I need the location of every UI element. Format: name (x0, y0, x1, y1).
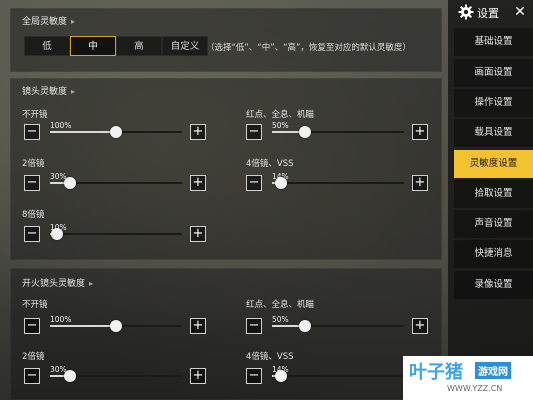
slider-knob[interactable] (110, 320, 122, 332)
fire-2x-minus-button[interactable]: − (24, 368, 40, 384)
sidebar-item-audio[interactable]: 声音设置 (454, 210, 533, 238)
sensitivity-preset-selector: 低 中 高 自定义 (24, 36, 208, 56)
sidebar-item-vehicles[interactable]: 载具设置 (454, 119, 533, 147)
slider-fill (50, 325, 116, 327)
scope-sensitivity-title: 镜头灵敏度 ▸ (22, 84, 75, 97)
preset-custom[interactable]: 自定义 (162, 36, 208, 56)
fire-label-2x: 2倍镜 (22, 352, 45, 362)
preset-medium[interactable]: 中 (70, 36, 116, 56)
sidebar-item-graphics[interactable]: 画面设置 (454, 59, 533, 87)
fire-red-dot-plus-button[interactable]: + (412, 318, 428, 334)
fire-sensitivity-title: 开火镜头灵敏度 ▸ (22, 276, 93, 289)
fire-no-scope-slider[interactable]: 100% (50, 315, 182, 334)
scope-no-scope-slider[interactable]: 100% (50, 121, 182, 140)
sidebar-header: 设置 ✕ (448, 0, 533, 24)
fire-2x-value: 30% (50, 365, 67, 374)
watermark-tag: 游戏网 (475, 362, 511, 379)
fire-label-no-scope: 不开镜 (22, 300, 48, 310)
scope-no-scope-minus-button[interactable]: − (24, 124, 40, 140)
scope-red-dot-plus-button[interactable]: + (412, 124, 428, 140)
scope-8x-plus-button[interactable]: + (190, 226, 206, 242)
fire-label-red-dot: 红点、全息、机瞄 (246, 300, 315, 310)
fire-4x-slider[interactable]: 14% (272, 365, 404, 384)
slider-knob[interactable] (299, 320, 311, 332)
watermark-logo: 叶子猪 游戏网 WWW.YZZ.CN (403, 356, 533, 400)
fire-4x-minus-button[interactable]: − (246, 368, 262, 384)
sidebar-item-controls[interactable]: 操作设置 (454, 89, 533, 117)
slider-fill (50, 131, 116, 133)
scope-label-no-scope: 不开镜 (22, 110, 48, 120)
scope-4x-minus-button[interactable]: − (246, 175, 262, 191)
sidebar-item-pickup[interactable]: 拾取设置 (454, 180, 533, 208)
scope-4x-value: 14% (272, 172, 289, 181)
scope-label-4x: 4倍镜、VSS (246, 159, 294, 169)
scope-no-scope-plus-button[interactable]: + (190, 124, 206, 140)
scope-2x-slider[interactable]: 30% (50, 172, 182, 191)
sidebar-title: 设置 (477, 7, 499, 20)
sidebar-item-recording[interactable]: 录像设置 (454, 271, 533, 299)
scope-4x-plus-button[interactable]: + (412, 175, 428, 191)
fire-red-dot-slider[interactable]: 50% (272, 315, 404, 334)
scope-8x-slider[interactable]: 10% (50, 223, 182, 242)
fire-sensitivity-title-text: 开火镜头灵敏度 (22, 279, 86, 289)
scope-red-dot-slider[interactable]: 50% (272, 121, 404, 140)
scope-2x-minus-button[interactable]: − (24, 175, 40, 191)
slider-track (50, 233, 182, 235)
slider-track (272, 375, 404, 377)
scope-8x-value: 10% (50, 223, 67, 232)
global-sensitivity-title: 全局灵敏度 ▸ (22, 14, 75, 27)
chevron-right-icon: ▸ (89, 279, 94, 288)
settings-content: 全局灵敏度 ▸ 低 中 高 自定义 （选择“低”、“中”、“高”，恢复至对应的默认… (0, 0, 446, 400)
fire-red-dot-value: 50% (272, 315, 289, 324)
fire-red-dot-minus-button[interactable]: − (246, 318, 262, 334)
slider-track (272, 325, 404, 327)
scope-label-red-dot: 红点、全息、机瞄 (246, 110, 315, 120)
fire-no-scope-minus-button[interactable]: − (24, 318, 40, 334)
scope-label-8x: 8倍镜 (22, 210, 45, 220)
chevron-right-icon: ▸ (71, 87, 76, 96)
scope-2x-value: 30% (50, 172, 67, 181)
fire-4x-value: 14% (272, 365, 289, 374)
sidebar-item-basic[interactable]: 基础设置 (454, 28, 533, 56)
global-sensitivity-title-text: 全局灵敏度 (22, 17, 68, 27)
slider-knob[interactable] (299, 126, 311, 138)
scope-red-dot-minus-button[interactable]: − (246, 124, 262, 140)
slider-track (272, 182, 404, 184)
preset-low[interactable]: 低 (24, 36, 70, 56)
slider-track (272, 131, 404, 133)
scope-sensitivity-title-text: 镜头灵敏度 (22, 87, 68, 97)
watermark-brand: 叶子猪 (409, 362, 463, 383)
slider-knob[interactable] (110, 126, 122, 138)
scope-4x-slider[interactable]: 14% (272, 172, 404, 191)
fire-2x-plus-button[interactable]: + (190, 368, 206, 384)
fire-2x-slider[interactable]: 30% (50, 365, 182, 384)
fire-no-scope-plus-button[interactable]: + (190, 318, 206, 334)
chevron-right-icon: ▸ (71, 17, 76, 26)
scope-no-scope-value: 100% (50, 121, 72, 130)
fire-label-4x: 4倍镜、VSS (246, 352, 294, 362)
scope-8x-minus-button[interactable]: − (24, 226, 40, 242)
close-icon[interactable]: ✕ (510, 2, 530, 22)
preset-hint: （选择“低”、“中”、“高”，恢复至对应的默认灵敏度） (206, 43, 411, 53)
watermark-url: WWW.YZZ.CN (447, 384, 503, 393)
scope-2x-plus-button[interactable]: + (190, 175, 206, 191)
preset-high[interactable]: 高 (116, 36, 162, 56)
scope-label-2x: 2倍镜 (22, 159, 45, 169)
sidebar-item-quick-messages[interactable]: 快捷消息 (454, 240, 533, 268)
gear-icon (458, 4, 474, 20)
fire-no-scope-value: 100% (50, 315, 72, 324)
scope-red-dot-value: 50% (272, 121, 289, 130)
sidebar-item-sensitivity[interactable]: 灵敏度设置 (454, 150, 533, 178)
